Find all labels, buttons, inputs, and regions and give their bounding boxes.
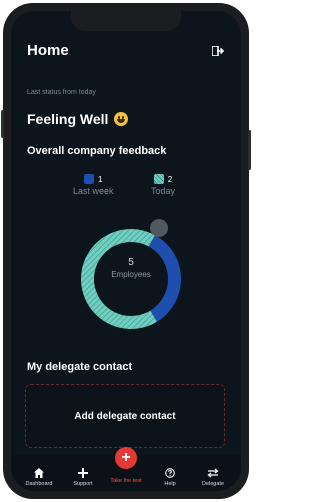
tab-label-delegate: Delegate [201, 481, 225, 487]
tab-label-help: Help [164, 481, 176, 487]
home-icon [34, 468, 44, 478]
tab-take-the-test[interactable]: Take the test [104, 478, 148, 484]
volume-button [1, 110, 4, 138]
logout-icon[interactable] [212, 46, 224, 56]
chart-drag-handle[interactable] [150, 219, 168, 237]
legend-swatch-today [153, 174, 164, 184]
legend-count-today: 2 [167, 174, 173, 184]
tab-delegate[interactable]: Delegate [191, 468, 235, 487]
status-value: Feeling Well [27, 111, 109, 127]
plus-icon [78, 468, 88, 478]
swap-arrows-icon [207, 468, 219, 478]
donut-center-value: 5 [128, 257, 134, 268]
feedback-donut-chart [80, 229, 181, 329]
legend-count-last-week: 1 [98, 174, 103, 184]
smiley-face-icon [114, 112, 129, 126]
feedback-title: Overall company feedback [27, 145, 167, 157]
tab-support[interactable]: Support [61, 468, 105, 487]
tab-help[interactable]: Help [148, 468, 192, 487]
legend-label-last-week: Last week [73, 186, 114, 196]
add-fab-icon[interactable]: + [115, 447, 137, 469]
delegate-title: My delegate contact [27, 361, 133, 373]
donut-slice-today [80, 229, 158, 329]
notch [71, 11, 181, 31]
app-screen: Home Last status from today Feeling Well… [11, 11, 241, 491]
power-button [248, 130, 251, 170]
tab-label-support: Support [73, 481, 93, 487]
legend-last-week: 1 Last week [73, 174, 114, 196]
tab-dashboard[interactable]: Dashboard [17, 468, 61, 487]
donut-center: 5 Employees [77, 257, 185, 279]
legend-swatch-last-week [84, 174, 95, 184]
legend-today: 2 Today [151, 174, 175, 196]
tab-label-take-the-test: Take the test [110, 478, 142, 484]
status-row: Feeling Well [27, 111, 129, 127]
add-delegate-button[interactable]: Add delegate contact [25, 384, 225, 448]
help-icon [165, 468, 175, 478]
phone-frame: Home Last status from today Feeling Well… [3, 3, 249, 499]
status-caption: Last status from today [27, 89, 96, 96]
legend-label-today: Today [151, 186, 176, 196]
donut-center-label: Employees [111, 270, 151, 279]
page-title: Home [27, 42, 69, 59]
tab-label-dashboard: Dashboard [25, 481, 53, 487]
